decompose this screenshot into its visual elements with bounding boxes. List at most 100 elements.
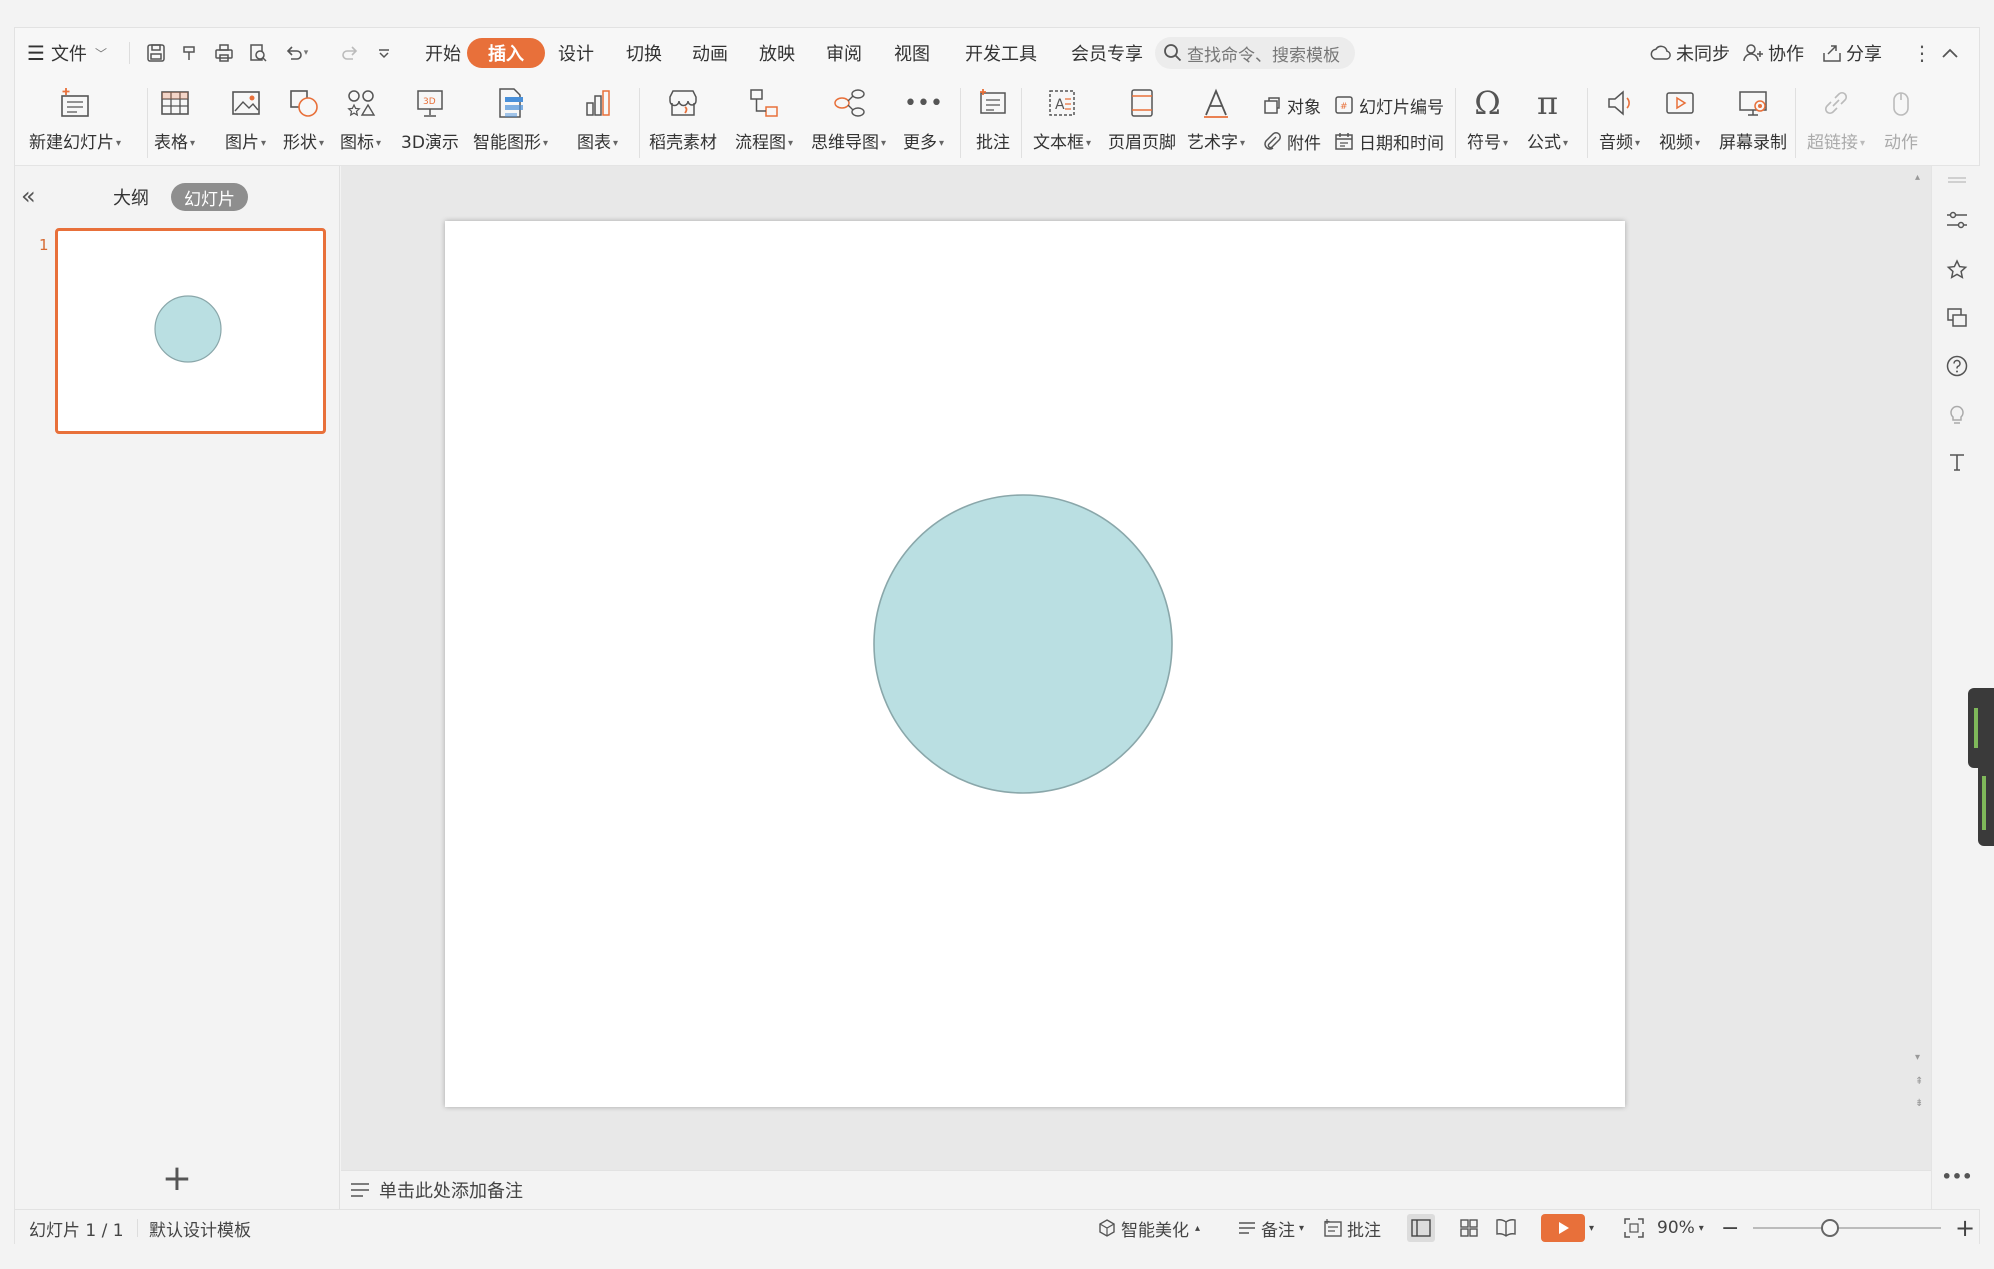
slide[interactable]: [445, 221, 1625, 1107]
help-icon[interactable]: [1943, 352, 1971, 380]
tab-slides[interactable]: 幻灯片: [171, 183, 248, 211]
smartart-button[interactable]: 智能图形 ▾: [473, 82, 548, 162]
zoom-level-dropdown[interactable]: 90% ▾: [1657, 1210, 1704, 1246]
tab-view[interactable]: 视图: [881, 38, 943, 68]
tab-outline[interactable]: 大纲: [113, 183, 149, 211]
mindmap-button[interactable]: 思维导图 ▾: [811, 82, 886, 162]
datetime-button[interactable]: 日期和时间: [1331, 126, 1444, 156]
more-options-icon[interactable]: •••: [1942, 1162, 1973, 1190]
shape-icon: [284, 82, 324, 124]
format-painter-icon[interactable]: [177, 40, 203, 66]
notes-area[interactable]: 单击此处添加备注: [341, 1170, 1931, 1209]
collaborate-button[interactable]: 协作: [1743, 38, 1804, 68]
wordart-icon: [1196, 82, 1236, 124]
scroll-down-icon[interactable]: ▾: [1915, 1052, 1920, 1063]
tab-member[interactable]: 会员专享: [1057, 38, 1157, 68]
attachment-button[interactable]: 附件: [1259, 126, 1321, 156]
zoom-out-button[interactable]: −: [1721, 1210, 1739, 1246]
picture-button[interactable]: 图片 ▾: [225, 82, 266, 162]
tab-transitions[interactable]: 切换: [613, 38, 675, 68]
3d-demo-button[interactable]: 3D 3D演示: [401, 82, 459, 162]
ellipsis-icon: •••: [904, 90, 943, 116]
reading-view-icon[interactable]: [1495, 1210, 1517, 1246]
tab-slideshow[interactable]: 放映: [746, 38, 808, 68]
chart-button[interactable]: 图表 ▾: [577, 82, 618, 162]
formula-button[interactable]: π 公式 ▾: [1527, 82, 1568, 162]
handle-icon[interactable]: [1943, 166, 1971, 194]
slide-switch-icon[interactable]: [1943, 304, 1971, 332]
tab-animations[interactable]: 动画: [679, 38, 741, 68]
play-slideshow-button[interactable]: ▾: [1541, 1210, 1594, 1246]
next-slide-icon[interactable]: ⇟: [1915, 1098, 1923, 1109]
zoom-slider[interactable]: [1753, 1227, 1941, 1229]
slide-number-button[interactable]: # 幻灯片编号: [1331, 90, 1444, 120]
tab-developer[interactable]: 开发工具: [951, 38, 1051, 68]
screen-record-button[interactable]: 屏幕录制: [1719, 82, 1787, 162]
tab-review[interactable]: 审阅: [813, 38, 875, 68]
flowchart-icon: [744, 82, 784, 124]
action-button[interactable]: 动作: [1881, 82, 1921, 162]
calendar-icon: [1331, 128, 1357, 154]
customize-toolbar-icon[interactable]: [371, 40, 397, 66]
comment-button[interactable]: 批注: [973, 82, 1013, 162]
comments-toggle-button[interactable]: 批注: [1323, 1210, 1381, 1246]
scroll-up-icon[interactable]: ▴: [1915, 172, 1920, 183]
undo-icon[interactable]: ▾: [279, 40, 313, 66]
docer-material-button[interactable]: 稻壳素材: [649, 82, 717, 162]
more-options-icon[interactable]: ⋮: [1912, 38, 1932, 68]
vertical-scrollbar[interactable]: ▴ ▾ ⇞ ⇟: [1913, 172, 1927, 1142]
notes-toggle-button[interactable]: 备注 ▾: [1237, 1210, 1304, 1246]
shape-button[interactable]: 形状 ▾: [283, 82, 324, 162]
notes-icon: [351, 1183, 369, 1197]
add-slide-button[interactable]: +: [161, 1161, 193, 1198]
smart-beautify-button[interactable]: 智能美化 ▴: [1097, 1210, 1200, 1246]
tab-insert[interactable]: 插入: [467, 38, 545, 68]
table-icon: [155, 82, 195, 124]
slide-thumbnail[interactable]: [55, 228, 326, 434]
more-button[interactable]: ••• 更多 ▾: [903, 82, 944, 162]
print-icon[interactable]: [211, 40, 237, 66]
table-button[interactable]: 表格 ▾: [154, 82, 195, 162]
search-box[interactable]: 查找命令、搜索模板: [1155, 37, 1355, 69]
slide-thumbnail-number: 1: [39, 236, 49, 254]
header-footer-button[interactable]: 页眉页脚: [1108, 82, 1176, 162]
template-name[interactable]: 默认设计模板: [149, 1210, 251, 1246]
object-icon: [1259, 92, 1285, 118]
symbol-button[interactable]: Ω 符号 ▾: [1467, 82, 1508, 162]
property-settings-icon[interactable]: [1943, 206, 1971, 234]
edge-widget-bottom[interactable]: [1978, 758, 1994, 846]
svg-text:#: #: [1340, 102, 1348, 112]
object-button[interactable]: 对象: [1259, 90, 1321, 120]
normal-view-icon[interactable]: [1407, 1210, 1435, 1246]
text-style-icon[interactable]: [1943, 448, 1971, 476]
tab-design[interactable]: 设计: [545, 38, 607, 68]
previous-slide-icon[interactable]: ⇞: [1915, 1076, 1923, 1087]
link-icon: [1816, 82, 1856, 124]
menu-bar: ☰ 文件 ﹀ ▾ 开始 插入 设计 切换 动画 放映 审阅 视图 开发工具 会员…: [15, 28, 1979, 76]
redo-icon[interactable]: [337, 40, 363, 66]
edge-widget-top[interactable]: [1968, 688, 1994, 768]
textbox-button[interactable]: A 文本框 ▾: [1033, 82, 1091, 162]
circle-shape[interactable]: [873, 494, 1173, 794]
flowchart-button[interactable]: 流程图 ▾: [735, 82, 793, 162]
video-button[interactable]: 视频 ▾: [1659, 82, 1700, 162]
audio-button[interactable]: 音频 ▾: [1599, 82, 1640, 162]
zoom-in-button[interactable]: +: [1955, 1210, 1975, 1246]
slide-sorter-icon[interactable]: [1459, 1210, 1479, 1246]
wordart-button[interactable]: 艺术字 ▾: [1187, 82, 1245, 162]
fit-window-icon[interactable]: [1623, 1210, 1645, 1246]
share-button[interactable]: 分享: [1821, 38, 1882, 68]
hyperlink-button[interactable]: 超链接 ▾: [1807, 82, 1865, 162]
star-icon[interactable]: [1943, 256, 1971, 284]
file-menu[interactable]: ☰ 文件 ﹀: [27, 38, 107, 68]
collapse-ribbon-icon[interactable]: [1941, 38, 1959, 68]
lightbulb-icon[interactable]: [1943, 400, 1971, 428]
new-slide-button[interactable]: 新建幻灯片 ▾: [29, 82, 121, 162]
thumbnail-circle-shape: [154, 295, 222, 363]
collapse-panel-icon[interactable]: «: [21, 184, 45, 210]
sync-button[interactable]: 未同步: [1649, 38, 1730, 68]
save-icon[interactable]: [143, 40, 169, 66]
icon-button[interactable]: 图标 ▾: [340, 82, 381, 162]
zoom-slider-thumb[interactable]: [1821, 1219, 1839, 1237]
print-preview-icon[interactable]: [245, 40, 271, 66]
